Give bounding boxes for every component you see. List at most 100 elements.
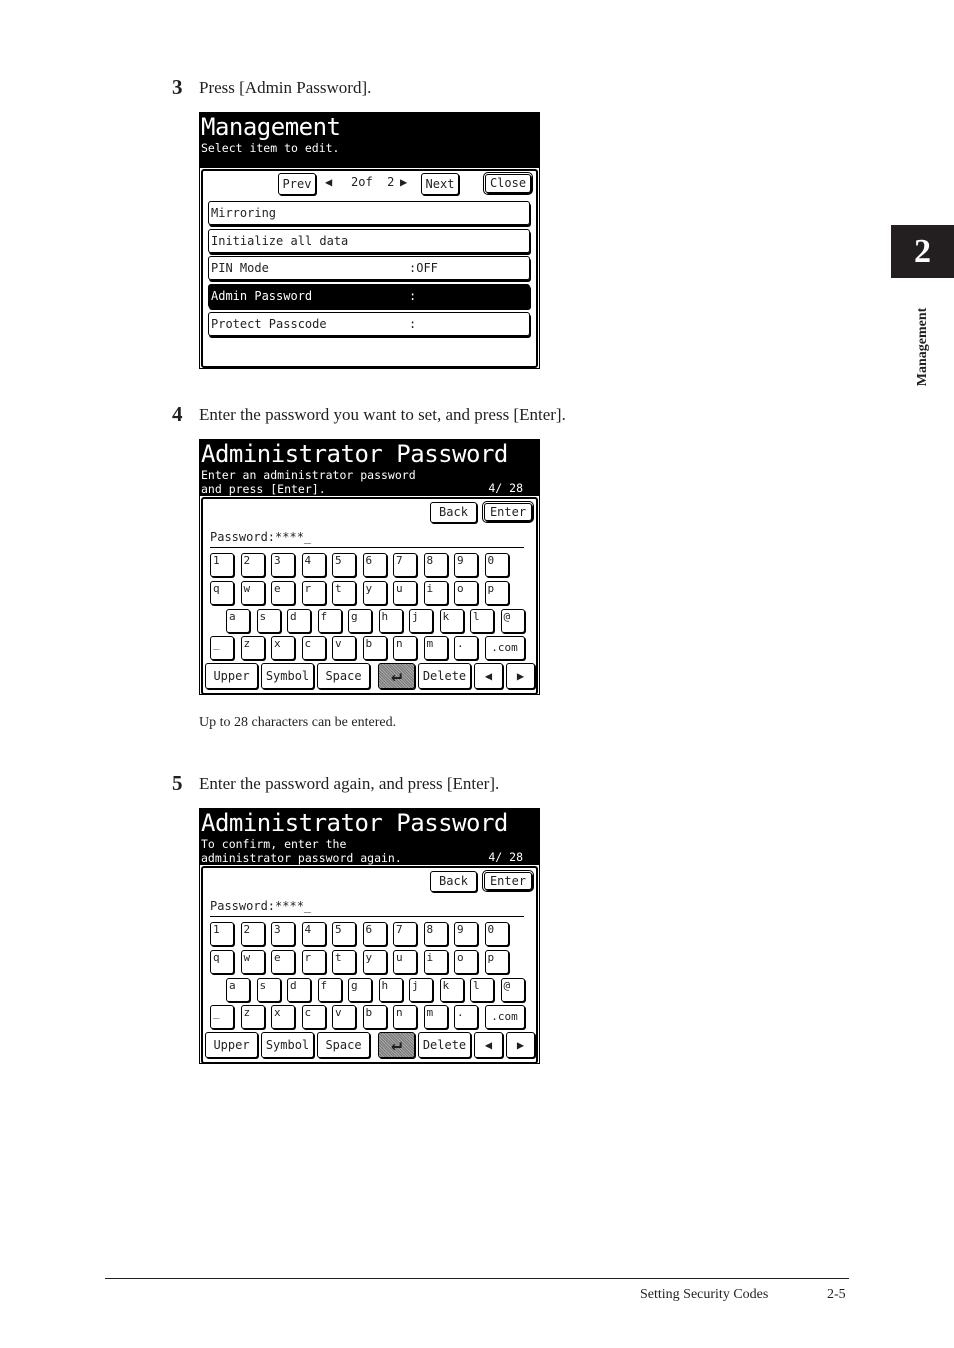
key-l[interactable]: l <box>470 978 494 1002</box>
menu-item-pin-mode[interactable]: PIN Mode:OFF <box>208 256 530 280</box>
key-h[interactable]: h <box>378 978 403 1002</box>
key-r[interactable]: r <box>301 950 326 974</box>
key-o[interactable]: o <box>454 950 478 974</box>
key-f[interactable]: f <box>317 978 342 1002</box>
delete-key[interactable]: Delete <box>418 663 471 689</box>
symbol-key[interactable]: Symbol <box>261 1032 314 1058</box>
key-2[interactable]: 2 <box>240 553 265 577</box>
key-f[interactable]: f <box>317 609 342 633</box>
key-k[interactable]: k <box>439 978 464 1002</box>
key-r[interactable]: r <box>301 581 326 605</box>
menu-item-initialize[interactable]: Initialize all data <box>208 229 530 253</box>
key-d[interactable]: d <box>287 978 311 1002</box>
key-x[interactable]: x <box>271 1005 295 1029</box>
key-1[interactable]: 1 <box>210 553 234 577</box>
key-w[interactable]: w <box>240 950 265 974</box>
key-j[interactable]: j <box>409 609 433 633</box>
delete-key[interactable]: Delete <box>418 1032 471 1058</box>
key-u[interactable]: u <box>393 950 417 974</box>
key-s[interactable]: s <box>256 609 281 633</box>
enter-button[interactable]: Enter <box>482 870 534 892</box>
password-field[interactable]: Password:****_ <box>210 530 311 544</box>
key-0[interactable]: 0 <box>484 553 509 577</box>
space-key[interactable]: Space <box>317 663 370 689</box>
key-g[interactable]: g <box>348 609 372 633</box>
key-b[interactable]: b <box>362 1005 387 1029</box>
menu-item-protect-passcode[interactable]: Protect Passcode: <box>208 312 530 336</box>
key-j[interactable]: j <box>409 978 433 1002</box>
key-q[interactable]: q <box>210 581 234 605</box>
key-w[interactable]: w <box>240 581 265 605</box>
key-a[interactable]: a <box>226 978 250 1002</box>
back-button[interactable]: Back <box>430 871 477 892</box>
key-at[interactable]: @ <box>500 609 525 633</box>
key-v[interactable]: v <box>332 636 356 660</box>
key-3[interactable]: 3 <box>271 553 295 577</box>
key-8[interactable]: 8 <box>423 553 448 577</box>
key-dotcom[interactable]: .com <box>484 636 525 660</box>
key-o[interactable]: o <box>454 581 478 605</box>
key-e[interactable]: e <box>271 581 295 605</box>
key-p[interactable]: p <box>484 950 509 974</box>
menu-item-mirroring[interactable]: Mirroring <box>208 201 530 225</box>
key-t[interactable]: t <box>332 581 356 605</box>
key-5[interactable]: 5 <box>332 553 356 577</box>
key-7[interactable]: 7 <box>393 553 417 577</box>
key-2[interactable]: 2 <box>240 922 265 946</box>
key-underscore[interactable]: _ <box>210 636 234 660</box>
close-button[interactable]: Close <box>483 172 533 195</box>
key-6[interactable]: 6 <box>362 922 387 946</box>
key-underscore[interactable]: _ <box>210 1005 234 1029</box>
key-b[interactable]: b <box>362 636 387 660</box>
key-4[interactable]: 4 <box>301 553 326 577</box>
key-6[interactable]: 6 <box>362 553 387 577</box>
key-x[interactable]: x <box>271 636 295 660</box>
key-v[interactable]: v <box>332 1005 356 1029</box>
key-n[interactable]: n <box>393 636 417 660</box>
cursor-left-key[interactable]: ◀ <box>474 663 503 689</box>
enter-button[interactable]: Enter <box>482 501 534 523</box>
menu-item-admin-password[interactable]: Admin Password: <box>208 284 530 308</box>
key-m[interactable]: m <box>423 636 448 660</box>
key-at[interactable]: @ <box>500 978 525 1002</box>
key-m[interactable]: m <box>423 1005 448 1029</box>
password-field[interactable]: Password:****_ <box>210 899 311 913</box>
upper-key[interactable]: Upper <box>205 1032 258 1058</box>
cursor-right-key[interactable]: ▶ <box>506 1032 535 1058</box>
key-9[interactable]: 9 <box>454 553 478 577</box>
cursor-left-key[interactable]: ◀ <box>474 1032 503 1058</box>
enter-return-key[interactable]: ↵ <box>378 663 415 689</box>
key-h[interactable]: h <box>378 609 403 633</box>
key-dotcom[interactable]: .com <box>484 1005 525 1029</box>
key-c[interactable]: c <box>301 1005 326 1029</box>
key-period[interactable]: . <box>454 1005 478 1029</box>
key-9[interactable]: 9 <box>454 922 478 946</box>
key-d[interactable]: d <box>287 609 311 633</box>
key-z[interactable]: z <box>240 636 265 660</box>
key-g[interactable]: g <box>348 978 372 1002</box>
key-0[interactable]: 0 <box>484 922 509 946</box>
key-5[interactable]: 5 <box>332 922 356 946</box>
key-3[interactable]: 3 <box>271 922 295 946</box>
key-y[interactable]: y <box>362 950 387 974</box>
key-4[interactable]: 4 <box>301 922 326 946</box>
key-z[interactable]: z <box>240 1005 265 1029</box>
key-1[interactable]: 1 <box>210 922 234 946</box>
key-p[interactable]: p <box>484 581 509 605</box>
key-c[interactable]: c <box>301 636 326 660</box>
key-n[interactable]: n <box>393 1005 417 1029</box>
key-period[interactable]: . <box>454 636 478 660</box>
upper-key[interactable]: Upper <box>205 663 258 689</box>
symbol-key[interactable]: Symbol <box>261 663 314 689</box>
key-i[interactable]: i <box>423 581 448 605</box>
key-u[interactable]: u <box>393 581 417 605</box>
key-i[interactable]: i <box>423 950 448 974</box>
key-l[interactable]: l <box>470 609 494 633</box>
space-key[interactable]: Space <box>317 1032 370 1058</box>
key-t[interactable]: t <box>332 950 356 974</box>
key-8[interactable]: 8 <box>423 922 448 946</box>
prev-button[interactable]: Prev <box>278 173 316 195</box>
key-a[interactable]: a <box>226 609 250 633</box>
key-q[interactable]: q <box>210 950 234 974</box>
key-7[interactable]: 7 <box>393 922 417 946</box>
